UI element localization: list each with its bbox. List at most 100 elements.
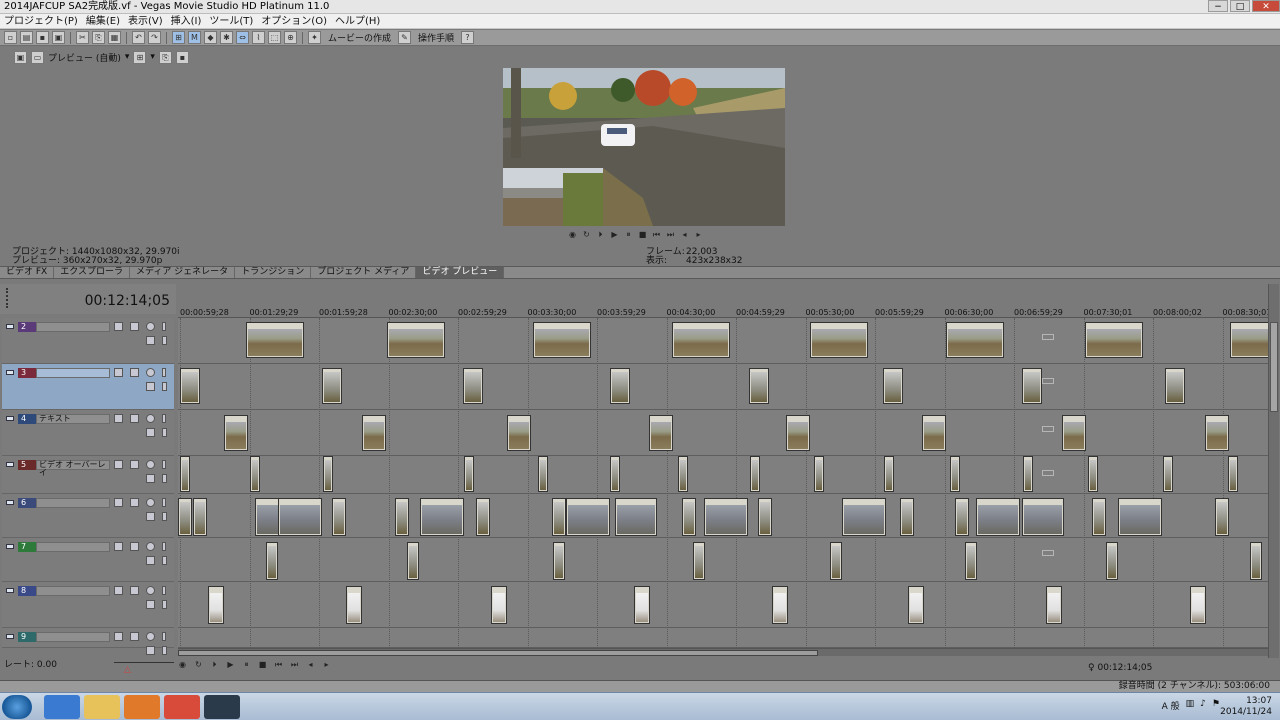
video-clip[interactable] (842, 498, 886, 536)
video-clip[interactable] (1215, 498, 1229, 536)
horizontal-scroll-thumb[interactable] (178, 650, 818, 656)
flag-icon[interactable]: ⚑ (1212, 699, 1220, 712)
pause-icon[interactable]: ⏸ (242, 660, 251, 670)
composite-mode-icon[interactable] (146, 600, 155, 609)
video-clip[interactable] (749, 368, 769, 404)
menu-project[interactable]: プロジェクト(P) (0, 14, 82, 28)
tab-explorer[interactable]: エクスプローラ (54, 267, 130, 278)
video-clip[interactable] (682, 498, 696, 536)
track-name[interactable] (36, 632, 110, 642)
undo-icon[interactable]: ↶ (132, 31, 145, 44)
ime-indicator[interactable]: A 般 (1162, 699, 1180, 712)
track-motion-icon[interactable] (130, 586, 139, 595)
next-frame-icon[interactable]: ▸ (322, 660, 331, 670)
video-clip[interactable] (772, 586, 788, 624)
pause-icon[interactable]: ⏸ (624, 230, 633, 240)
mute-icon[interactable] (146, 368, 155, 377)
track-lane[interactable] (178, 456, 1268, 494)
bottom-timecode-value[interactable]: 00:12:14;05 (1097, 663, 1152, 673)
next-frame-icon[interactable]: ▸ (694, 230, 703, 240)
open-icon[interactable]: ▤ (20, 31, 33, 44)
go-to-end-icon[interactable]: ⏭ (290, 660, 299, 670)
video-clip[interactable] (693, 542, 705, 580)
video-clip[interactable] (1205, 415, 1229, 451)
minimize-track-icon[interactable] (6, 588, 14, 593)
cursor-timecode[interactable]: 00:12:14;05 (85, 293, 170, 309)
video-clip[interactable] (610, 456, 620, 492)
video-clip[interactable] (566, 498, 610, 536)
video-clip[interactable] (553, 542, 565, 580)
minimize-track-icon[interactable] (6, 370, 14, 375)
video-clip[interactable] (208, 586, 224, 624)
solo-icon[interactable] (162, 414, 166, 423)
tab-transitions[interactable]: トランジション (235, 267, 312, 278)
make-movie-button[interactable]: ムービーの作成 (324, 31, 395, 44)
track-header[interactable]: 7 (2, 538, 174, 582)
tab-video-preview[interactable]: ビデオ プレビュー (416, 267, 505, 278)
vertical-scroll-thumb[interactable] (1270, 322, 1278, 412)
loop-icon[interactable]: ↻ (194, 660, 203, 670)
timeline-tracks[interactable] (178, 318, 1268, 648)
video-clip[interactable] (814, 456, 824, 492)
track-lane[interactable] (178, 538, 1268, 582)
parent-child-icon[interactable] (162, 336, 167, 345)
parent-child-icon[interactable] (162, 600, 167, 609)
loop-icon[interactable]: ↻ (582, 230, 591, 240)
parent-child-icon[interactable] (162, 556, 167, 565)
copy-snapshot-icon[interactable]: ⎘ (158, 50, 172, 64)
video-clip[interactable] (463, 368, 483, 404)
track-fx-icon[interactable] (114, 498, 123, 507)
video-clip[interactable] (464, 456, 474, 492)
track-name[interactable]: テキスト (36, 414, 110, 424)
video-clip[interactable] (965, 542, 977, 580)
tab-media-generators[interactable]: メディア ジェネレータ (130, 267, 236, 278)
video-clip[interactable] (250, 456, 260, 492)
tutorial-button[interactable]: 操作手順 (414, 31, 458, 44)
play-from-start-icon[interactable]: ⏵ (210, 660, 219, 670)
track-lane[interactable] (178, 628, 1268, 648)
video-clip[interactable] (908, 586, 924, 624)
track-header[interactable]: 5 ビデオ オーバーレイ (2, 456, 174, 494)
video-clip[interactable] (246, 322, 304, 358)
video-clip[interactable] (266, 542, 278, 580)
parent-child-icon[interactable] (162, 428, 167, 437)
composite-mode-icon[interactable] (146, 646, 155, 655)
rate-slider[interactable] (114, 655, 174, 663)
track-fx-icon[interactable] (114, 632, 123, 641)
overlay-icon[interactable]: ⊞ (133, 50, 147, 64)
video-clip[interactable] (476, 498, 490, 536)
track-header[interactable]: 4 テキスト (2, 410, 174, 456)
taskbar-clock[interactable]: 13:07 2014/11/24 (1220, 696, 1272, 718)
minimize-track-icon[interactable] (6, 462, 14, 467)
track-name[interactable] (36, 322, 110, 332)
envelope-tool-icon[interactable]: ⌇ (252, 31, 265, 44)
video-clip[interactable] (1092, 498, 1106, 536)
video-clip[interactable] (884, 456, 894, 492)
track-header[interactable]: 6 (2, 494, 174, 538)
track-fx-icon[interactable] (114, 586, 123, 595)
video-clip[interactable] (634, 586, 650, 624)
record-icon[interactable]: ◉ (568, 230, 577, 240)
track-motion-icon[interactable] (130, 368, 139, 377)
go-to-start-icon[interactable]: ⏮ (652, 230, 661, 240)
video-clip[interactable] (786, 415, 810, 451)
tutorial-icon[interactable]: ✎ (398, 31, 412, 44)
video-clip[interactable] (946, 322, 1004, 358)
track-fx-icon[interactable] (114, 460, 123, 469)
menu-help[interactable]: ヘルプ(H) (331, 14, 384, 28)
track-lane[interactable] (178, 582, 1268, 628)
video-clip[interactable] (1088, 456, 1098, 492)
video-clip[interactable] (1106, 542, 1118, 580)
save-icon[interactable]: ▪ (36, 31, 49, 44)
video-clip[interactable] (1062, 415, 1086, 451)
mute-icon[interactable] (146, 498, 155, 507)
video-clip[interactable] (407, 542, 419, 580)
mute-icon[interactable] (146, 322, 155, 331)
track-fx-icon[interactable] (114, 368, 123, 377)
video-clip[interactable] (830, 542, 842, 580)
video-clip[interactable] (649, 415, 673, 451)
go-to-end-icon[interactable]: ⏭ (666, 230, 675, 240)
video-clip[interactable] (387, 322, 445, 358)
video-clip[interactable] (362, 415, 386, 451)
video-clip[interactable] (193, 498, 207, 536)
